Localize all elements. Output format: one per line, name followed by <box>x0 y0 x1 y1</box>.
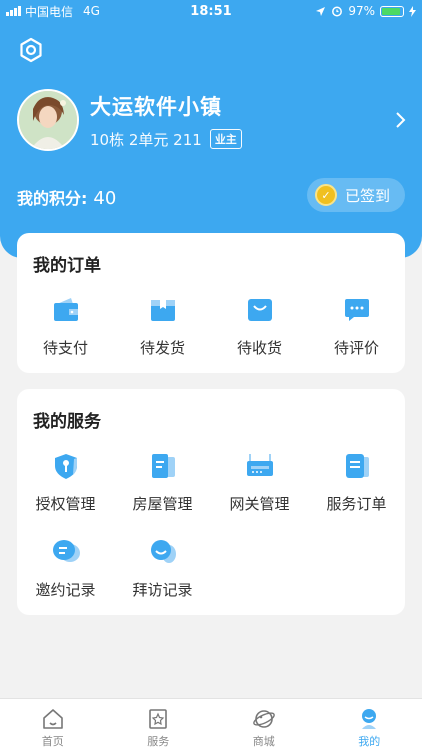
order-item-label: 待评价 <box>333 339 379 357</box>
battery-icon <box>380 5 404 17</box>
carrier-name: 中国电信 <box>25 4 74 19</box>
services-card: 我的服务 授权管理 房屋管理 网关管理 服务订单 邀约记录 拜访记录 <box>17 389 405 615</box>
service-item-label: 授权管理 <box>35 495 96 513</box>
home-icon <box>42 709 63 729</box>
shield-key-icon <box>54 454 77 479</box>
battery-percent: 97% <box>348 4 375 18</box>
shopping-bag-icon <box>247 299 272 321</box>
service-visit-records[interactable]: 拜访记录 <box>114 535 211 600</box>
order-list-icon <box>345 454 369 478</box>
comment-icon <box>344 299 369 321</box>
settings-button[interactable] <box>18 37 44 63</box>
signin-button[interactable]: ✓ 已签到 <box>307 178 405 212</box>
community-name: 大运软件小镇 <box>90 94 222 119</box>
service-item-label: 网关管理 <box>229 495 290 513</box>
order-pending-shipment[interactable]: 待发货 <box>114 293 211 358</box>
charging-bolt-icon <box>409 5 416 17</box>
avatar[interactable] <box>17 89 79 151</box>
order-item-label: 待支付 <box>42 339 88 357</box>
service-item-label: 服务订单 <box>326 495 387 513</box>
location-arrow-icon <box>316 6 326 16</box>
service-star-icon <box>149 709 168 729</box>
points-value: 40 <box>93 188 117 209</box>
bottom-tab-bar: 首页 服务 商城 我的 <box>0 698 422 750</box>
signin-label: 已签到 <box>345 186 391 205</box>
profile-icon <box>362 709 377 729</box>
profile-row[interactable]: 大运软件小镇 10栋 2单元 211 业主 <box>17 88 407 152</box>
tab-mall[interactable]: 商城 <box>211 699 317 750</box>
service-item-label: 拜访记录 <box>132 581 193 599</box>
service-invite-records[interactable]: 邀约记录 <box>17 535 114 600</box>
service-house-management[interactable]: 房屋管理 <box>114 449 211 514</box>
tab-label: 首页 <box>41 735 64 748</box>
status-time: 18:51 <box>190 3 232 19</box>
house-address: 10栋 2单元 211 <box>90 130 202 149</box>
gear-icon <box>20 37 42 63</box>
tab-mine[interactable]: 我的 <box>317 699 422 750</box>
service-gateway-management[interactable]: 网关管理 <box>211 449 308 514</box>
tab-label: 商城 <box>252 735 275 748</box>
order-pending-review[interactable]: 待评价 <box>308 293 405 358</box>
network-type: 4G <box>83 4 100 18</box>
chevron-right-icon[interactable] <box>393 110 407 130</box>
tab-label: 服务 <box>147 735 170 748</box>
house-doc-icon <box>151 454 175 478</box>
alarm-icon <box>332 6 343 17</box>
order-item-label: 待收货 <box>236 339 282 357</box>
tab-label: 我的 <box>358 735 381 748</box>
service-item-label: 房屋管理 <box>132 495 193 513</box>
services-title: 我的服务 <box>33 412 101 432</box>
checkin-coin-icon: ✓ <box>315 184 337 206</box>
visit-person-icon <box>150 540 176 563</box>
order-pending-receipt[interactable]: 待收货 <box>211 293 308 358</box>
service-orders[interactable]: 服务订单 <box>308 449 405 514</box>
wallet-icon <box>53 298 78 321</box>
status-bar: 中国电信 4G 18:51 97% <box>0 0 422 22</box>
order-pending-payment[interactable]: 待支付 <box>17 293 114 358</box>
role-badge: 业主 <box>209 129 242 149</box>
service-item-label: 邀约记录 <box>35 581 96 599</box>
service-authorization[interactable]: 授权管理 <box>17 449 114 514</box>
mall-planet-icon <box>252 710 275 728</box>
orders-card: 我的订单 待支付 待发货 待收货 待评价 <box>17 233 405 373</box>
router-icon <box>246 454 273 476</box>
orders-title: 我的订单 <box>33 256 101 276</box>
order-item-label: 待发货 <box>139 339 185 357</box>
tab-service[interactable]: 服务 <box>106 699 212 750</box>
points-label: 我的积分: <box>17 189 88 208</box>
invite-chat-icon <box>52 540 80 562</box>
points-display: 我的积分: 40 <box>17 185 116 209</box>
package-icon <box>150 300 175 321</box>
tab-home[interactable]: 首页 <box>0 699 106 750</box>
signal-icon <box>6 6 21 16</box>
